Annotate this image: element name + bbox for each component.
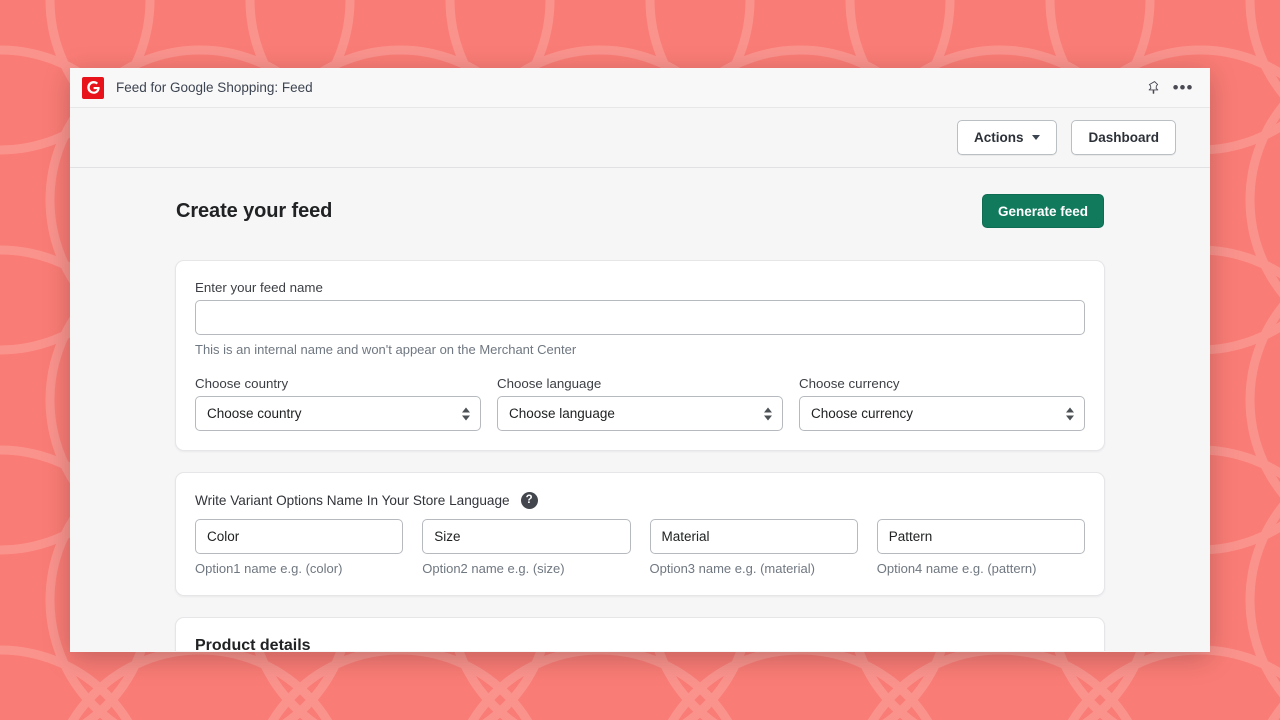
option4-input[interactable] [877, 519, 1085, 554]
country-field: Choose country Choose country [195, 376, 481, 431]
option4-helper: Option4 name e.g. (pattern) [877, 561, 1085, 576]
variant-options-row: Option1 name e.g. (color) Option2 name e… [195, 519, 1085, 576]
pin-icon[interactable] [1140, 75, 1166, 101]
window-title: Feed for Google Shopping: Feed [116, 80, 313, 95]
language-select-value: Choose language [509, 406, 615, 421]
option1-input[interactable] [195, 519, 403, 554]
app-window: Feed for Google Shopping: Feed ••• Actio… [70, 68, 1210, 652]
ellipsis-icon[interactable]: ••• [1170, 75, 1196, 101]
generate-feed-button[interactable]: Generate feed [982, 194, 1104, 228]
language-label: Choose language [497, 376, 783, 391]
actions-button-label: Actions [974, 130, 1024, 145]
country-select[interactable]: Choose country [195, 396, 481, 431]
country-select-value: Choose country [207, 406, 302, 421]
variant-options-header: Write Variant Options Name In Your Store… [195, 492, 1085, 509]
question-mark-icon[interactable]: ? [521, 492, 538, 509]
page-header: Create your feed Generate feed [175, 194, 1105, 228]
product-details-card: Product details Product ID and format [175, 617, 1105, 651]
option1-helper: Option1 name e.g. (color) [195, 561, 403, 576]
language-field: Choose language Choose language [497, 376, 783, 431]
option3-input[interactable] [650, 519, 858, 554]
variant-option-4: Option4 name e.g. (pattern) [877, 519, 1085, 576]
country-select-wrap: Choose country [195, 396, 481, 431]
g-logo-icon [82, 77, 104, 99]
option3-helper: Option3 name e.g. (material) [650, 561, 858, 576]
actions-button[interactable]: Actions [957, 120, 1058, 155]
app-toolbar: Actions Dashboard [70, 108, 1210, 168]
feed-name-helper: This is an internal name and won't appea… [195, 342, 1085, 357]
feed-name-input[interactable] [195, 300, 1085, 335]
window-titlebar: Feed for Google Shopping: Feed ••• [70, 68, 1210, 108]
locale-selectors-row: Choose country Choose country Choose lan… [195, 376, 1085, 431]
feed-name-label: Enter your feed name [195, 280, 1085, 295]
language-select[interactable]: Choose language [497, 396, 783, 431]
dashboard-button-label: Dashboard [1088, 130, 1159, 145]
variant-option-3: Option3 name e.g. (material) [650, 519, 858, 576]
variant-options-card: Write Variant Options Name In Your Store… [175, 472, 1105, 596]
dashboard-button[interactable]: Dashboard [1071, 120, 1176, 155]
page-content: Create your feed Generate feed Enter you… [175, 168, 1105, 651]
language-select-wrap: Choose language [497, 396, 783, 431]
currency-field: Choose currency Choose currency [799, 376, 1085, 431]
option2-helper: Option2 name e.g. (size) [422, 561, 630, 576]
currency-select-value: Choose currency [811, 406, 913, 421]
generate-feed-label: Generate feed [998, 204, 1088, 219]
page-body: Create your feed Generate feed Enter you… [70, 168, 1210, 651]
currency-select-wrap: Choose currency [799, 396, 1085, 431]
page-title: Create your feed [176, 200, 332, 223]
option2-input[interactable] [422, 519, 630, 554]
variant-options-title: Write Variant Options Name In Your Store… [195, 493, 510, 508]
product-details-title: Product details [195, 637, 1085, 651]
country-label: Choose country [195, 376, 481, 391]
variant-option-1: Option1 name e.g. (color) [195, 519, 403, 576]
variant-option-2: Option2 name e.g. (size) [422, 519, 630, 576]
currency-label: Choose currency [799, 376, 1085, 391]
chevron-down-icon [1032, 135, 1040, 140]
currency-select[interactable]: Choose currency [799, 396, 1085, 431]
feed-settings-card: Enter your feed name This is an internal… [175, 260, 1105, 451]
